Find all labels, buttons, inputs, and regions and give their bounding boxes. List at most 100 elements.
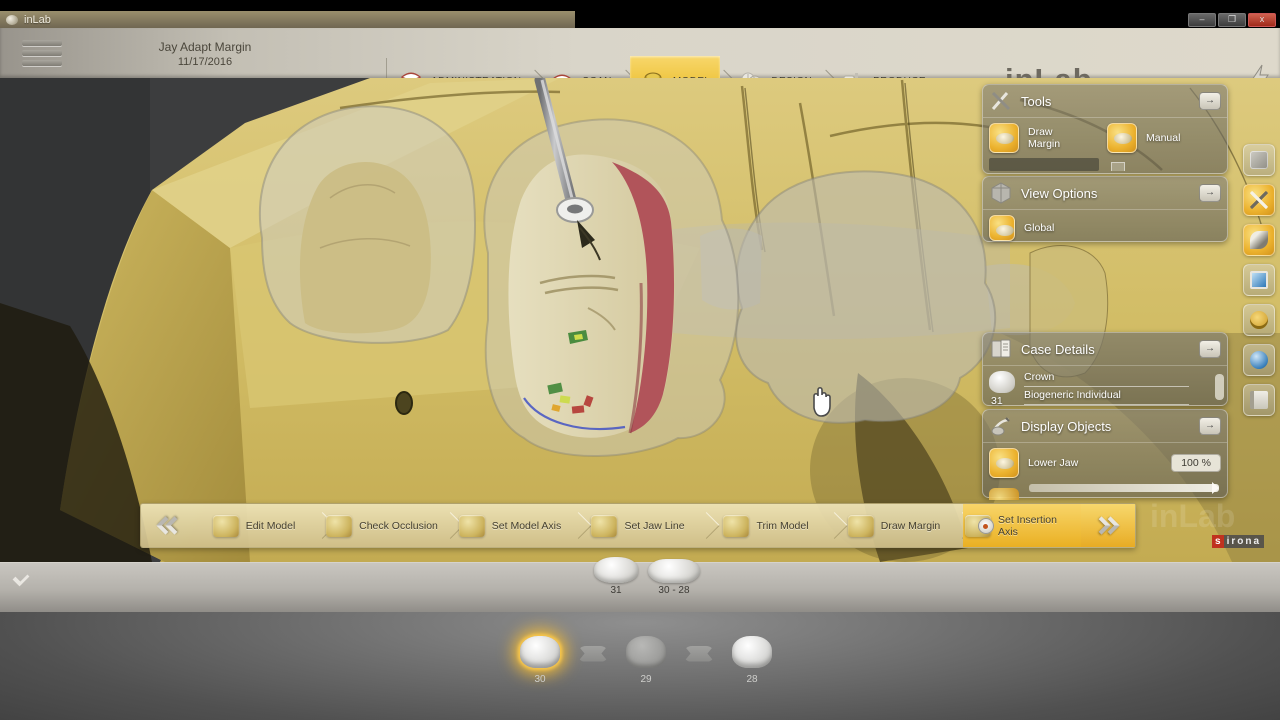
case-details-toggle-button[interactable]: [1243, 384, 1275, 416]
case-details-panel: Case Details → Crown Biogeneric Individu…: [982, 332, 1228, 407]
panel-title: Display Objects: [1021, 418, 1112, 434]
step-label: Check Occlusion: [359, 519, 438, 532]
tools-scroll-cut: [989, 158, 1099, 171]
tools-toggle-button[interactable]: [1243, 184, 1275, 216]
bridge-30-28-thumb-icon: [648, 559, 700, 583]
previous-steps-button[interactable]: [141, 504, 195, 547]
analysis-button[interactable]: [1243, 304, 1275, 336]
object-thumbnail-bar: 31 30 - 28: [0, 557, 1280, 612]
minimize-button[interactable]: –: [1188, 13, 1216, 27]
restore-button[interactable]: ❐: [1218, 13, 1246, 27]
view-option-label: Global: [1024, 222, 1055, 234]
dock-tooth-29[interactable]: 29: [622, 636, 670, 685]
panel-collapse-button[interactable]: →: [1199, 340, 1221, 358]
panel-collapse-button[interactable]: →: [1199, 92, 1221, 110]
step-label: Trim Model: [756, 519, 809, 532]
step-separator-icon: [569, 514, 579, 538]
tooth-29-icon: [626, 636, 666, 668]
display-objects-icon: [991, 417, 1010, 436]
case-details-icon: [991, 339, 1011, 358]
lower-jaw-icon: [989, 448, 1019, 478]
opacity-slider[interactable]: [1029, 482, 1219, 494]
thumbnail-label: 30 - 28: [658, 585, 690, 596]
step-separator-icon: [313, 514, 323, 538]
web-button[interactable]: [1243, 344, 1275, 376]
dock-tooth-label: 28: [746, 674, 758, 685]
tooth-31-thumb-icon: [594, 557, 638, 583]
global-view-icon: [989, 215, 1015, 241]
restoration-type: Crown: [1024, 371, 1055, 383]
sirona-logo-s: s: [1212, 535, 1224, 548]
patient-date: 11/17/2016: [177, 56, 233, 68]
tool-label: Manual: [1146, 132, 1181, 144]
field-underline: [1024, 404, 1189, 405]
next-steps-button[interactable]: [1081, 504, 1135, 547]
tooth-30-icon: [520, 636, 560, 668]
step-set-model-axis[interactable]: Set Model Axis: [451, 504, 569, 547]
display-settings-button[interactable]: [1243, 264, 1275, 296]
sirona-logo-rest: irona: [1223, 535, 1265, 548]
connector-icon: [578, 645, 608, 662]
trim-model-icon: [723, 514, 750, 537]
panel-title: View Options: [1021, 185, 1098, 201]
tool-label: Draw Margin: [1028, 126, 1061, 150]
thumbnail-tooth-31[interactable]: 31: [594, 557, 638, 596]
step-separator-icon: [825, 514, 835, 538]
draw-margin-step-icon: [847, 514, 874, 537]
step-label: Set Model Axis: [491, 519, 562, 532]
step-check-occlusion[interactable]: Check Occlusion: [323, 504, 441, 547]
inlab-watermark: inLab: [1150, 498, 1236, 534]
view-option-global[interactable]: Global: [989, 215, 1221, 241]
tool-draw-margin[interactable]: Draw Margin: [989, 123, 1101, 153]
step-label: Set Insertion Axis: [998, 513, 1057, 538]
step-label: Draw Margin: [880, 519, 941, 532]
restoration-dock: 30 29 28: [0, 612, 1280, 720]
panel-title: Case Details: [1021, 341, 1095, 357]
double-chevron-left-icon: [156, 516, 184, 535]
step-label: Edit Model: [245, 519, 296, 532]
inlab-application-window: inLab – ❐ x Jay Adapt Margin 11/17/2016 …: [0, 0, 1280, 720]
manual-icon: [1107, 123, 1137, 153]
thumbnail-bridge-30-28[interactable]: 30 - 28: [648, 559, 700, 596]
tooth-28-icon: [732, 636, 772, 668]
patient-name: Jay Adapt Margin: [158, 40, 252, 54]
close-button[interactable]: x: [1248, 13, 1276, 27]
collapse-bar-icon[interactable]: [12, 569, 30, 587]
side-toolbar: [1243, 144, 1277, 416]
panel-collapse-button[interactable]: →: [1199, 184, 1221, 202]
step-draw-margin[interactable]: Draw Margin: [835, 504, 953, 547]
field-underline: [1024, 386, 1189, 387]
monitor-icon: [1250, 271, 1268, 289]
display-object-label: Lower Jaw: [1028, 457, 1079, 469]
draw-margin-icon: [989, 123, 1019, 153]
step-trim-model[interactable]: Trim Model: [707, 504, 825, 547]
design-mode: Biogeneric Individual: [1024, 389, 1121, 401]
panel-collapse-button[interactable]: →: [1199, 417, 1221, 435]
step-separator-icon: [953, 514, 963, 538]
crown-tooth-icon: [989, 371, 1015, 393]
step-set-jaw-line[interactable]: Set Jaw Line: [579, 504, 697, 547]
window-titlebar: inLab: [0, 11, 575, 29]
step-label: Set Jaw Line: [624, 519, 685, 532]
step-separator-icon: [441, 514, 451, 538]
tools-panel: Tools → Draw Margin Manual: [982, 84, 1228, 174]
panel-scrollbar[interactable]: [1215, 374, 1224, 400]
opacity-value: 100 %: [1171, 454, 1221, 472]
connector-icon: [684, 645, 714, 662]
app-icon: [6, 15, 18, 25]
tools-cross-icon: [1250, 191, 1268, 209]
step-set-insertion-axis[interactable]: Set Insertion Axis: [963, 504, 1081, 547]
tools-icon: [991, 91, 1011, 111]
double-chevron-right-icon: [1092, 516, 1120, 535]
tool-manual[interactable]: Manual: [1107, 123, 1180, 153]
view-options-toggle-button[interactable]: [1243, 144, 1275, 176]
display-objects-toggle-button[interactable]: [1243, 224, 1275, 256]
dock-tooth-30[interactable]: 30: [516, 636, 564, 685]
main-menu-icon[interactable]: [22, 40, 62, 66]
step-edit-model[interactable]: Edit Model: [195, 504, 313, 547]
dock-tooth-28[interactable]: 28: [728, 636, 776, 685]
display-object-lower-jaw[interactable]: Lower Jaw 100 %: [989, 448, 1221, 478]
next-object-icon-cut: [989, 488, 1019, 500]
workflow-step-bar: Edit Model Check Occlusion Set Model Axi…: [140, 503, 1136, 548]
thumbnail-label: 31: [610, 585, 622, 596]
